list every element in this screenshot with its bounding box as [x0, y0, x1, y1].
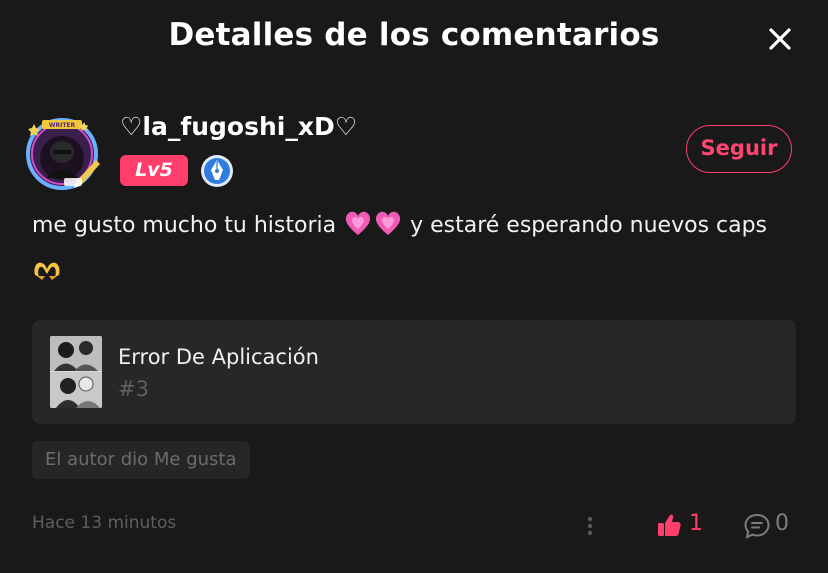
reply-count: 0 — [775, 511, 789, 536]
heart-hands-icon — [34, 262, 60, 280]
comment-text-part2: y estaré esperando nuevos caps — [403, 213, 768, 238]
header: Detalles de los comentarios — [0, 0, 828, 76]
like-count: 1 — [689, 511, 703, 536]
avatar[interactable]: WRITER — [24, 116, 104, 190]
comment-bubble-icon — [744, 513, 770, 539]
like-button[interactable]: 1 — [656, 510, 712, 542]
comment-time: Hace 13 minutos — [32, 513, 177, 533]
pen-badge-icon — [201, 155, 233, 187]
chapter-card[interactable]: Error De Aplicación #3 — [32, 320, 796, 424]
chapter-title: Error De Aplicación — [118, 345, 319, 369]
growing-heart-icon — [345, 211, 371, 235]
close-icon[interactable] — [763, 22, 797, 56]
comment-text-part1: me gusto mucho tu historia — [32, 213, 344, 238]
avatar-banner: WRITER — [49, 122, 76, 129]
username[interactable]: ♡la_fugoshi_xD♡ — [120, 112, 357, 141]
thumbs-up-icon — [658, 514, 681, 536]
chapter-number: #3 — [118, 377, 149, 401]
growing-heart-icon — [375, 211, 401, 235]
follow-button[interactable]: Seguir — [686, 125, 792, 173]
comment-text: me gusto mucho tu historia y estaré espe… — [32, 203, 792, 295]
page-title: Detalles de los comentarios — [168, 17, 660, 53]
level-badge: Lv5 — [120, 155, 188, 186]
chapter-thumbnail — [50, 336, 102, 408]
more-options-icon[interactable] — [580, 514, 600, 538]
author-liked-badge: El autor dio Me gusta — [32, 441, 250, 479]
reply-button[interactable]: 0 — [743, 510, 797, 542]
